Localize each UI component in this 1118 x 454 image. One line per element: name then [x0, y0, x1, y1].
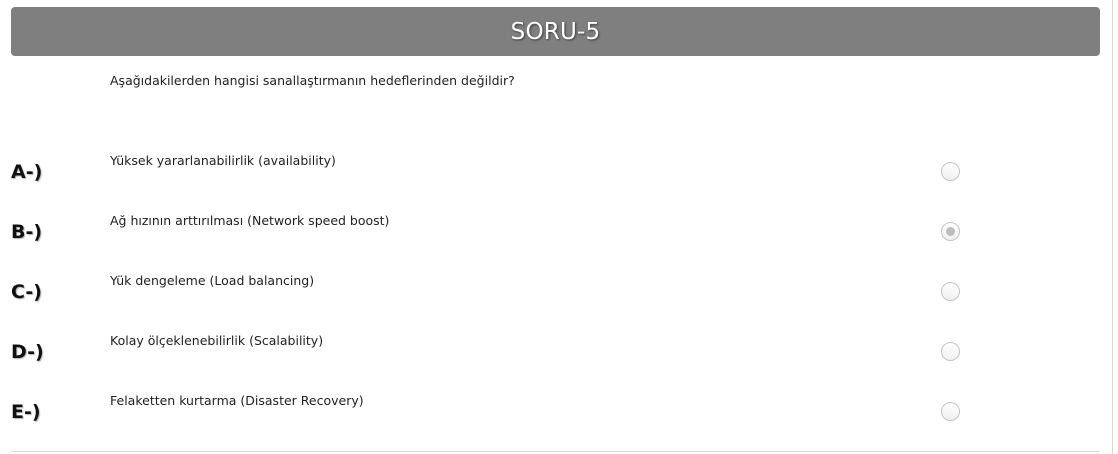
option-letter: E-)	[11, 401, 41, 423]
option-text: Yük dengeleme (Load balancing)	[110, 273, 315, 288]
option-e[interactable]: E-) Felaketten kurtarma (Disaster Recove…	[0, 393, 1110, 441]
option-c[interactable]: C-) Yük dengeleme (Load balancing)	[0, 273, 1110, 321]
radio-button-d[interactable]	[941, 342, 960, 361]
radio-button-a[interactable]	[941, 162, 960, 181]
page-border	[1112, 0, 1113, 454]
option-letter: C-)	[11, 281, 42, 303]
option-letter: B-)	[11, 221, 43, 243]
option-text: Felaketten kurtarma (Disaster Recovery)	[110, 393, 364, 408]
option-letter: D-)	[11, 341, 44, 363]
radio-button-e[interactable]	[941, 402, 960, 421]
option-b[interactable]: B-) Ağ hızının arttırılması (Network spe…	[0, 213, 1110, 261]
option-a[interactable]: A-) Yüksek yararlanabilirlik (availabili…	[0, 153, 1110, 201]
option-text: Ağ hızının arttırılması (Network speed b…	[110, 213, 390, 228]
question-header: SORU-5	[11, 7, 1100, 56]
divider	[11, 451, 1100, 452]
question-number-title: SORU-5	[510, 18, 601, 45]
option-d[interactable]: D-) Kolay ölçeklenebilirlik (Scalability…	[0, 333, 1110, 381]
radio-button-b[interactable]	[941, 222, 960, 241]
option-text: Yüksek yararlanabilirlik (availability)	[110, 153, 336, 168]
option-letter: A-)	[11, 161, 43, 183]
option-text: Kolay ölçeklenebilirlik (Scalability)	[110, 333, 324, 348]
quiz-page: SORU-5 Aşağıdakilerden hangisi sanallaşt…	[0, 0, 1118, 454]
question-text: Aşağıdakilerden hangisi sanallaştırmanın…	[110, 73, 515, 88]
radio-button-c[interactable]	[941, 282, 960, 301]
